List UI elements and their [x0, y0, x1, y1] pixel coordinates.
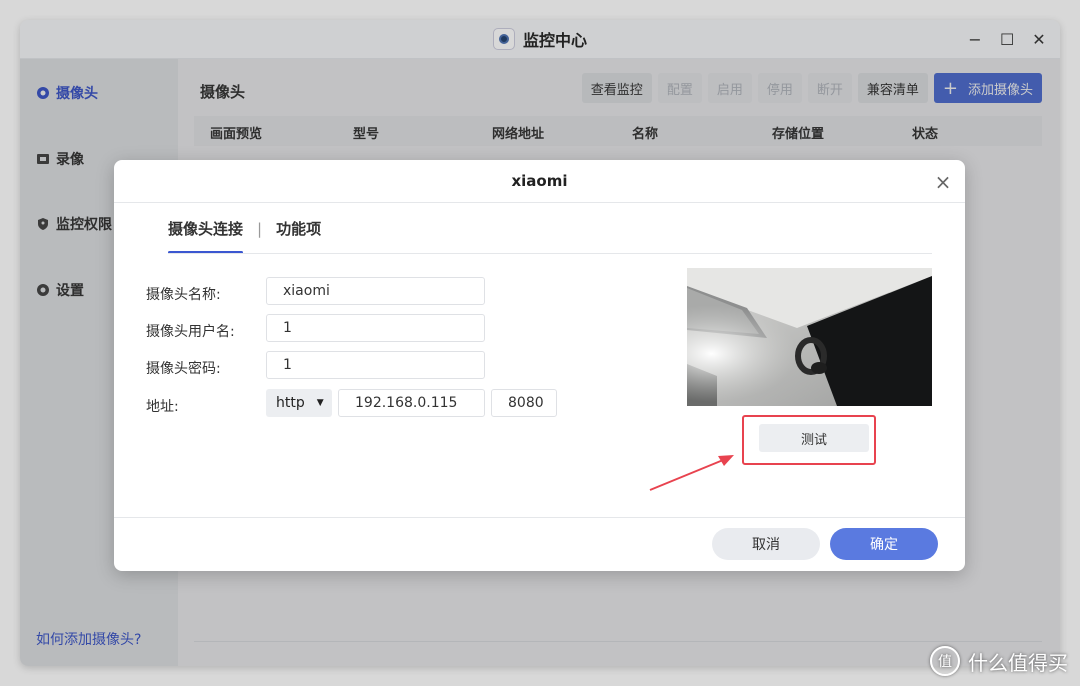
tab-camera-connection[interactable]: 摄像头连接 [168, 218, 244, 254]
divider [168, 253, 932, 254]
camera-password-label: 摄像头密码: [146, 361, 221, 377]
port-input[interactable]: 8080 [491, 389, 557, 417]
protocol-value: http [276, 395, 305, 411]
camera-name-label: 摄像头名称: [146, 287, 221, 303]
cancel-button[interactable]: 取消 [712, 528, 820, 560]
protocol-select[interactable]: http ▼ [266, 389, 332, 417]
camera-name-input[interactable]: xiaomi [266, 277, 485, 305]
tab-features[interactable]: 功能项 [276, 218, 321, 251]
ip-address-input[interactable]: 192.168.0.115 [338, 389, 485, 417]
camera-settings-dialog: xiaomi × 摄像头连接 | 功能项 摄像头名称: xiaomi 摄像头用户… [114, 160, 965, 571]
tab-divider: | [257, 219, 263, 238]
camera-preview-image [687, 268, 932, 406]
dialog-tabs: 摄像头连接 | 功能项 [168, 218, 321, 254]
camera-username-label: 摄像头用户名: [146, 324, 235, 340]
address-label: 地址: [146, 399, 179, 415]
confirm-button[interactable]: 确定 [830, 528, 938, 560]
watermark-logo-icon: 值 [930, 646, 960, 676]
camera-password-input[interactable]: 1 [266, 351, 485, 379]
divider [114, 517, 965, 518]
chevron-down-icon: ▼ [316, 398, 324, 408]
annotation-arrow-icon [649, 455, 734, 491]
annotation-highlight-box [742, 415, 876, 465]
close-icon[interactable]: × [933, 172, 953, 192]
dialog-title: xiaomi [511, 172, 568, 190]
divider [114, 202, 965, 203]
watermark: 值 什么值得买 [930, 646, 1068, 676]
watermark-text: 什么值得买 [968, 650, 1068, 675]
camera-username-input[interactable]: 1 [266, 314, 485, 342]
